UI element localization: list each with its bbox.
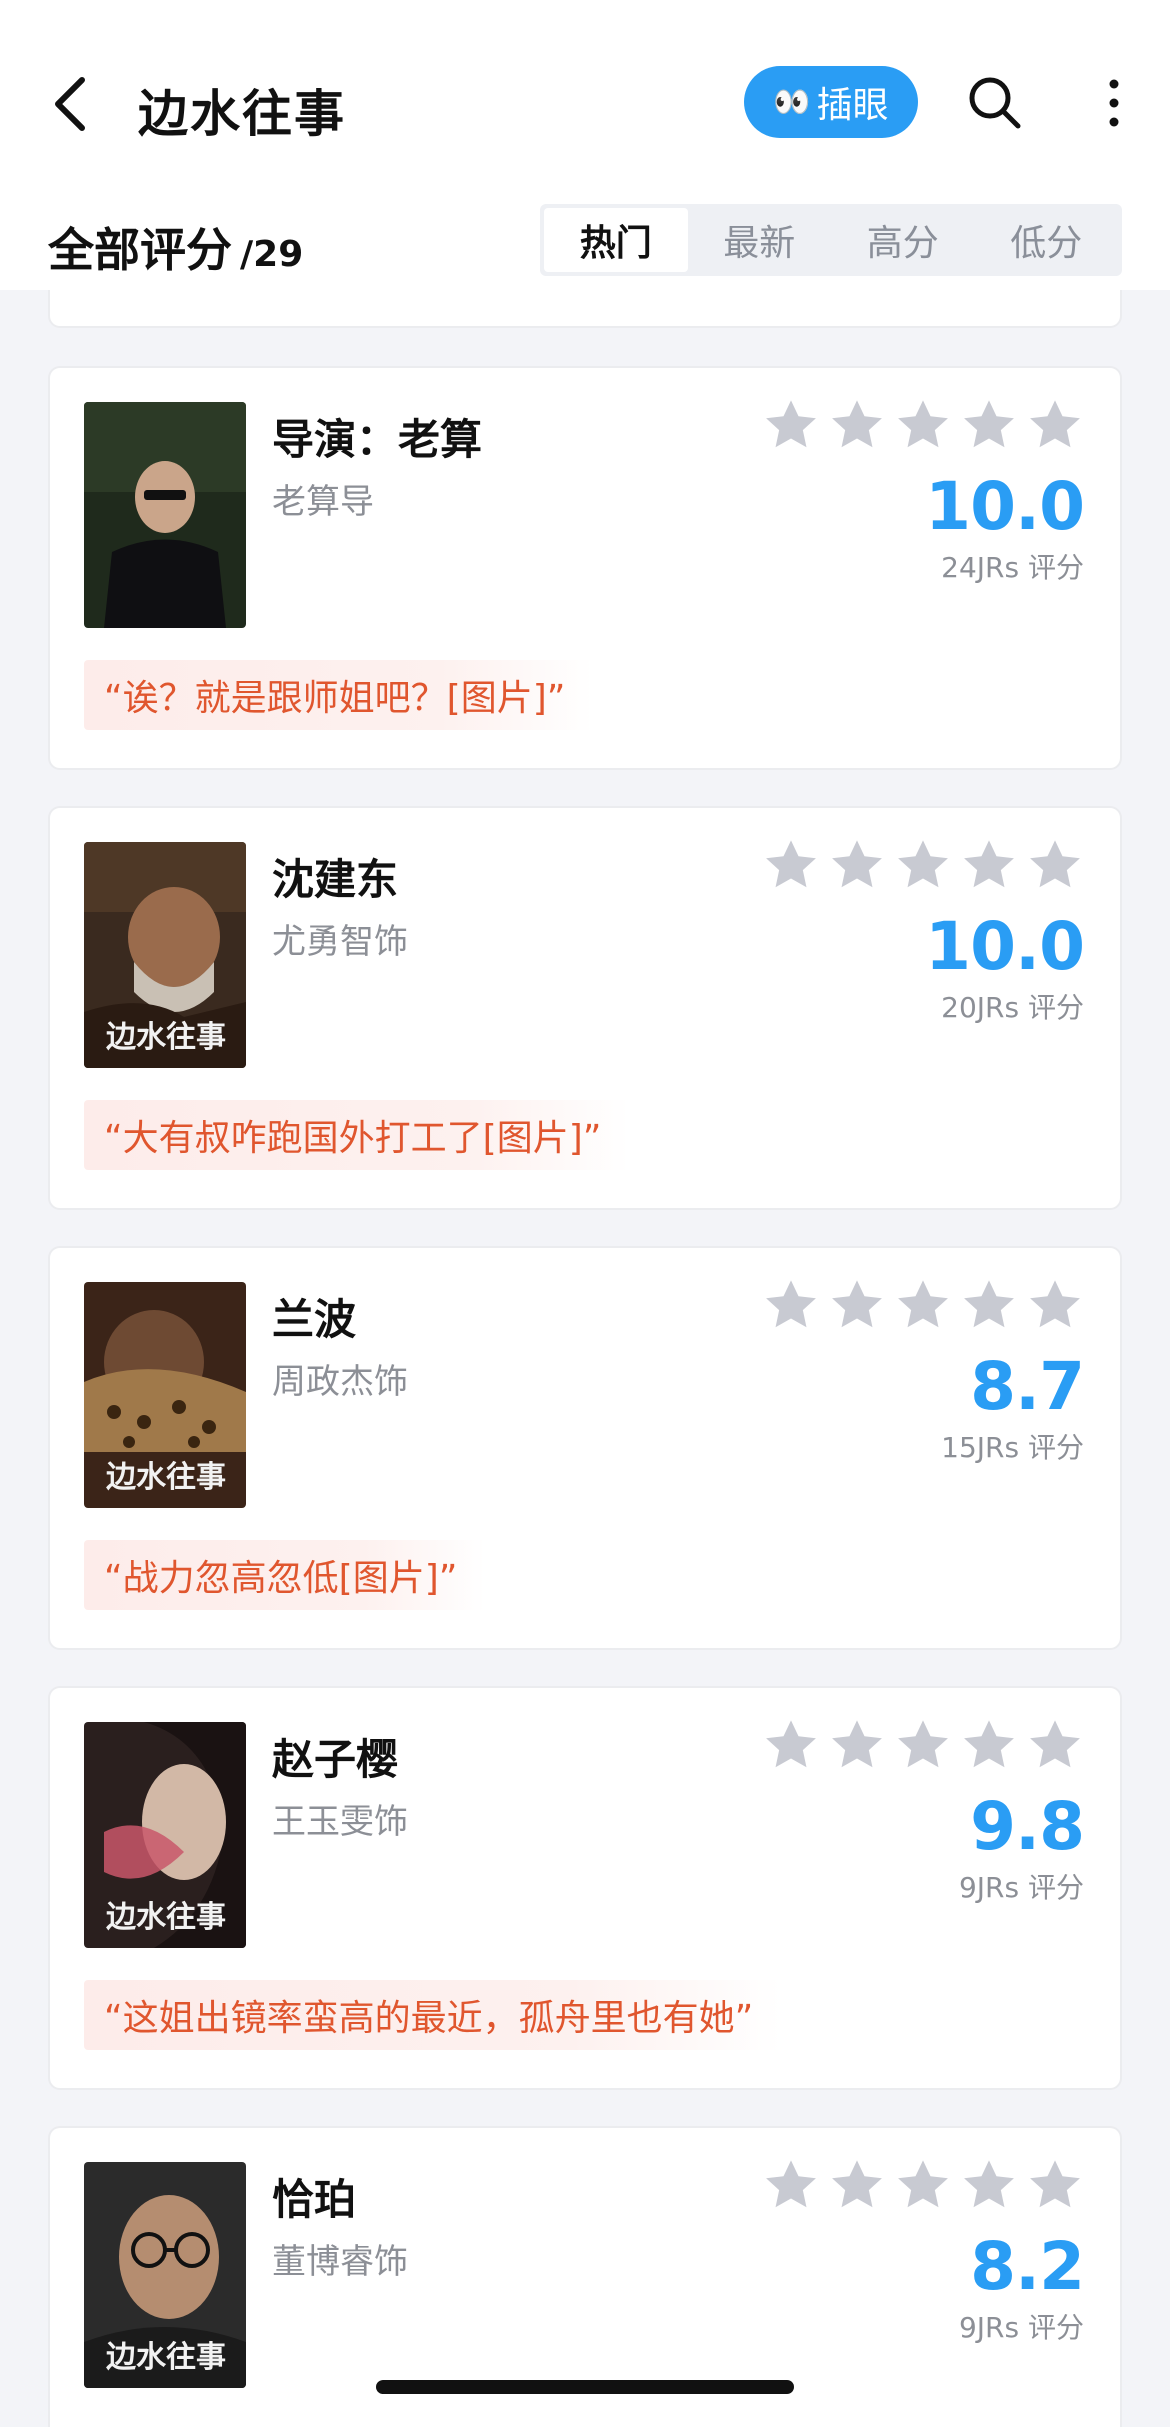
back-button[interactable] <box>48 72 92 136</box>
actor-name: 老算导 <box>272 482 374 522</box>
star-icon[interactable] <box>828 396 886 454</box>
average-score: 10.0 <box>925 468 1085 545</box>
star-icon[interactable] <box>960 836 1018 894</box>
rating-card[interactable]: 边水往事 赵子樱 王玉雯饰 9.8 9JRs 评分 “这姐出镜率蛮高的最近，孤舟… <box>48 1686 1122 2090</box>
avatar: 边水往事 <box>84 1282 246 1508</box>
ratings-subheader: 全部评分/29 热门 最新 高分 低分 <box>0 190 1170 290</box>
star-icon[interactable] <box>894 1716 952 1774</box>
rating-count: 9JRs 评分 <box>958 1871 1084 1904</box>
actor-name: 尤勇智饰 <box>272 922 408 962</box>
chevron-left-icon <box>55 77 85 131</box>
star-rating[interactable] <box>762 2156 1084 2214</box>
star-icon[interactable] <box>762 396 820 454</box>
top-comment[interactable]: “战力忽高忽低[图片]” <box>84 1540 486 1610</box>
actor-name: 王玉雯饰 <box>272 1802 408 1842</box>
star-rating[interactable] <box>762 1276 1084 1334</box>
peek-label: 插眼 <box>816 85 889 126</box>
tab-latest[interactable]: 最新 <box>688 208 832 272</box>
average-score: 10.0 <box>925 908 1085 985</box>
rating-card[interactable]: 导演：老算 老算导 10.0 24JRs 评分 “诶？就是跟师姐吧？[图片]” <box>48 366 1122 770</box>
star-rating[interactable] <box>762 1716 1084 1774</box>
rating-card[interactable]: 边水往事 兰波 周政杰饰 8.7 15JRs 评分 “战力忽高忽低[图片]” <box>48 1246 1122 1650</box>
peek-button[interactable]: 👀 插眼 <box>744 66 918 138</box>
star-icon[interactable] <box>960 2156 1018 2214</box>
home-indicator[interactable] <box>376 2380 794 2394</box>
ratings-count: /29 <box>240 234 304 275</box>
character-name: 兰波 <box>272 1295 357 1344</box>
star-icon[interactable] <box>894 1276 952 1334</box>
star-icon[interactable] <box>762 2156 820 2214</box>
tab-hot[interactable]: 热门 <box>544 208 688 272</box>
star-icon[interactable] <box>1026 836 1084 894</box>
star-icon[interactable] <box>828 836 886 894</box>
star-icon[interactable] <box>894 836 952 894</box>
character-name: 沈建东 <box>272 855 399 904</box>
previous-card-edge <box>48 290 1122 328</box>
rating-count: 15JRs 评分 <box>941 1431 1084 1464</box>
rating-count: 9JRs 评分 <box>958 2311 1084 2344</box>
all-ratings-label: 全部评分/29 <box>48 214 303 280</box>
star-icon[interactable] <box>960 396 1018 454</box>
top-comment[interactable]: “这姐出镜率蛮高的最近，孤舟里也有她” <box>84 1980 782 2050</box>
more-options-button[interactable] <box>1104 78 1124 128</box>
avatar: 边水往事 <box>84 2162 246 2388</box>
svg-text:边水往事: 边水往事 <box>106 1460 226 1495</box>
character-name: 恰珀 <box>272 2175 357 2224</box>
character-name: 导演：老算 <box>272 415 483 464</box>
top-comment[interactable]: “大有叔咋跑国外打工了[图片]” <box>84 1100 630 1170</box>
actor-name: 周政杰饰 <box>272 1362 408 1402</box>
more-vertical-icon <box>1109 79 1119 127</box>
star-icon[interactable] <box>1026 1716 1084 1774</box>
all-ratings-text: 全部评分 <box>48 223 232 277</box>
star-icon[interactable] <box>828 1716 886 1774</box>
page-title: 边水往事 <box>138 85 346 143</box>
rating-count: 24JRs 评分 <box>941 551 1084 584</box>
star-icon[interactable] <box>828 1276 886 1334</box>
avatar: 边水往事 <box>84 842 246 1068</box>
search-icon <box>969 77 1021 129</box>
rating-card[interactable]: 边水往事 沈建东 尤勇智饰 10.0 20JRs 评分 “大有叔咋跑国外打工了[… <box>48 806 1122 1210</box>
average-score: 8.2 <box>970 2228 1085 2305</box>
star-rating[interactable] <box>762 396 1084 454</box>
tab-low[interactable]: 低分 <box>975 208 1119 272</box>
star-icon[interactable] <box>960 1276 1018 1334</box>
sort-tabs: 热门 最新 高分 低分 <box>540 204 1122 276</box>
avatar: 边水往事 <box>84 1722 246 1948</box>
star-icon[interactable] <box>828 2156 886 2214</box>
top-nav: 边水往事 👀 插眼 <box>0 0 1170 190</box>
star-icon[interactable] <box>1026 2156 1084 2214</box>
star-icon[interactable] <box>960 1716 1018 1774</box>
top-comment[interactable]: “诶？就是跟师姐吧？[图片]” <box>84 660 594 730</box>
search-button[interactable] <box>966 74 1024 132</box>
tab-high[interactable]: 高分 <box>831 208 975 272</box>
star-icon[interactable] <box>1026 396 1084 454</box>
star-icon[interactable] <box>1026 1276 1084 1334</box>
actor-name: 董博睿饰 <box>272 2242 408 2282</box>
avatar <box>84 402 246 628</box>
average-score: 9.8 <box>970 1788 1085 1865</box>
average-score: 8.7 <box>970 1348 1085 1425</box>
svg-text:边水往事: 边水往事 <box>106 1900 226 1935</box>
rating-count: 20JRs 评分 <box>941 991 1084 1024</box>
character-name: 赵子樱 <box>272 1735 399 1784</box>
eyes-icon: 👀 <box>773 84 810 120</box>
svg-text:边水往事: 边水往事 <box>106 1020 226 1055</box>
star-icon[interactable] <box>762 1716 820 1774</box>
star-icon[interactable] <box>894 2156 952 2214</box>
star-rating[interactable] <box>762 836 1084 894</box>
svg-text:边水往事: 边水往事 <box>106 2340 226 2375</box>
star-icon[interactable] <box>762 1276 820 1334</box>
star-icon[interactable] <box>894 396 952 454</box>
star-icon[interactable] <box>762 836 820 894</box>
